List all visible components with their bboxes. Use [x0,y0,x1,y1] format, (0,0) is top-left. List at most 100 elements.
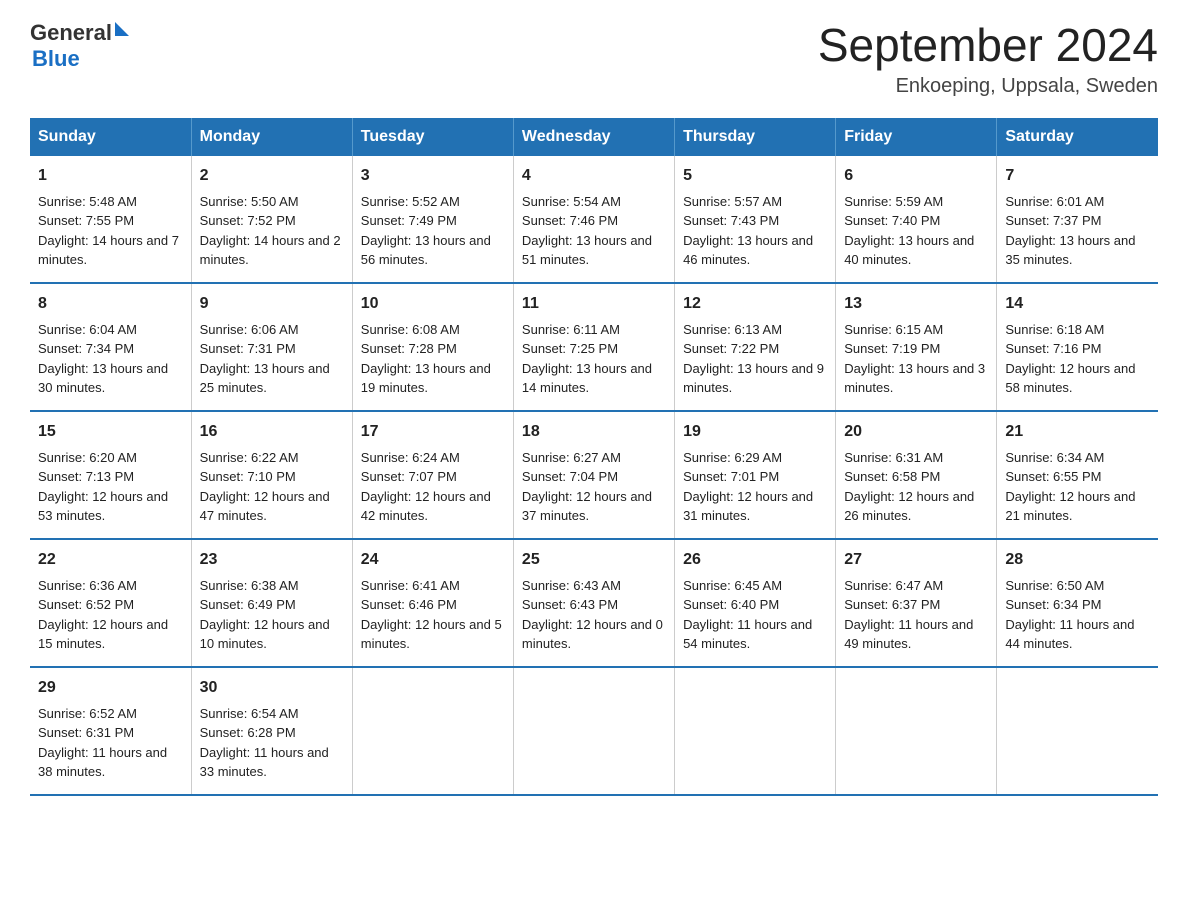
day-info: Sunrise: 5:50 AMSunset: 7:52 PMDaylight:… [200,194,341,268]
day-number: 1 [38,164,183,188]
day-number: 18 [522,420,666,444]
day-number: 26 [683,548,827,572]
day-number: 7 [1005,164,1150,188]
day-info: Sunrise: 6:45 AMSunset: 6:40 PMDaylight:… [683,578,812,652]
day-number: 25 [522,548,666,572]
header-monday: Monday [191,118,352,156]
day-info: Sunrise: 6:43 AMSunset: 6:43 PMDaylight:… [522,578,663,652]
calendar-cell: 28Sunrise: 6:50 AMSunset: 6:34 PMDayligh… [997,539,1158,667]
calendar-cell: 19 Sunrise: 6:29 AMSunset: 7:01 PMDayligh… [675,411,836,539]
month-year-title: September 2024 [818,20,1158,71]
day-info: Sunrise: 6:54 AMSunset: 6:28 PMDaylight:… [200,706,329,780]
location-subtitle: Enkoeping, Uppsala, Sweden [818,75,1158,98]
calendar-cell: 8 Sunrise: 6:04 AMSunset: 7:34 PMDaylight… [30,283,191,411]
day-info: Sunrise: 6:50 AMSunset: 6:34 PMDaylight:… [1005,578,1134,652]
calendar-cell: 18Sunrise: 6:27 AMSunset: 7:04 PMDayligh… [513,411,674,539]
calendar-cell [675,667,836,795]
calendar-cell: 30 Sunrise: 6:54 AMSunset: 6:28 PMDayligh… [191,667,352,795]
day-number: 27 [844,548,988,572]
calendar-cell: 12 Sunrise: 6:13 AMSunset: 7:22 PMDayligh… [675,283,836,411]
day-number: 16 [200,420,344,444]
calendar-cell: 29 Sunrise: 6:52 AMSunset: 6:31 PMDayligh… [30,667,191,795]
day-info: Sunrise: 6:22 AMSunset: 7:10 PMDaylight:… [200,450,330,524]
header-tuesday: Tuesday [352,118,513,156]
calendar-cell: 24Sunrise: 6:41 AMSunset: 6:46 PMDayligh… [352,539,513,667]
day-info: Sunrise: 6:04 AMSunset: 7:34 PMDaylight:… [38,322,168,396]
day-info: Sunrise: 5:57 AMSunset: 7:43 PMDaylight:… [683,194,813,268]
day-number: 19 [683,420,827,444]
calendar-cell: 20Sunrise: 6:31 AMSunset: 6:58 PMDayligh… [836,411,997,539]
day-number: 14 [1005,292,1150,316]
day-info: Sunrise: 6:08 AMSunset: 7:28 PMDaylight:… [361,322,491,396]
logo: General Blue [30,20,129,72]
day-info: Sunrise: 6:52 AMSunset: 6:31 PMDaylight:… [38,706,167,780]
day-number: 12 [683,292,827,316]
calendar-cell: 3Sunrise: 5:52 AMSunset: 7:49 PMDaylight… [352,156,513,283]
calendar-cell: 1 Sunrise: 5:48 AMSunset: 7:55 PMDaylight… [30,156,191,283]
week-row-1: 1 Sunrise: 5:48 AMSunset: 7:55 PMDaylight… [30,156,1158,283]
calendar-cell: 16 Sunrise: 6:22 AMSunset: 7:10 PMDayligh… [191,411,352,539]
day-info: Sunrise: 5:48 AMSunset: 7:55 PMDaylight:… [38,194,179,268]
calendar-cell: 21Sunrise: 6:34 AMSunset: 6:55 PMDayligh… [997,411,1158,539]
header-thursday: Thursday [675,118,836,156]
day-info: Sunrise: 6:15 AMSunset: 7:19 PMDaylight:… [844,322,985,396]
calendar-cell: 23Sunrise: 6:38 AMSunset: 6:49 PMDayligh… [191,539,352,667]
logo-triangle-icon [115,22,129,36]
calendar-cell: 27 Sunrise: 6:47 AMSunset: 6:37 PMDayligh… [836,539,997,667]
calendar-cell: 7 Sunrise: 6:01 AMSunset: 7:37 PMDaylight… [997,156,1158,283]
calendar-header-row: SundayMondayTuesdayWednesdayThursdayFrid… [30,118,1158,156]
day-info: Sunrise: 6:13 AMSunset: 7:22 PMDaylight:… [683,322,824,396]
day-number: 2 [200,164,344,188]
calendar-cell: 5Sunrise: 5:57 AMSunset: 7:43 PMDaylight… [675,156,836,283]
day-info: Sunrise: 6:11 AMSunset: 7:25 PMDaylight:… [522,322,652,396]
day-info: Sunrise: 6:31 AMSunset: 6:58 PMDaylight:… [844,450,974,524]
header-friday: Friday [836,118,997,156]
day-info: Sunrise: 6:38 AMSunset: 6:49 PMDaylight:… [200,578,330,652]
calendar-cell: 11Sunrise: 6:11 AMSunset: 7:25 PMDayligh… [513,283,674,411]
calendar-cell: 14 Sunrise: 6:18 AMSunset: 7:16 PMDayligh… [997,283,1158,411]
day-number: 17 [361,420,505,444]
day-info: Sunrise: 6:06 AMSunset: 7:31 PMDaylight:… [200,322,330,396]
day-info: Sunrise: 6:41 AMSunset: 6:46 PMDaylight:… [361,578,502,652]
calendar-cell: 13 Sunrise: 6:15 AMSunset: 7:19 PMDayligh… [836,283,997,411]
calendar-cell: 9 Sunrise: 6:06 AMSunset: 7:31 PMDaylight… [191,283,352,411]
logo-blue-text: Blue [30,46,129,72]
day-info: Sunrise: 5:52 AMSunset: 7:49 PMDaylight:… [361,194,491,268]
day-number: 13 [844,292,988,316]
header-wednesday: Wednesday [513,118,674,156]
day-info: Sunrise: 6:47 AMSunset: 6:37 PMDaylight:… [844,578,973,652]
calendar-cell: 17Sunrise: 6:24 AMSunset: 7:07 PMDayligh… [352,411,513,539]
day-info: Sunrise: 6:36 AMSunset: 6:52 PMDaylight:… [38,578,168,652]
header-saturday: Saturday [997,118,1158,156]
logo-general-text: General [30,20,112,46]
day-info: Sunrise: 6:18 AMSunset: 7:16 PMDaylight:… [1005,322,1135,396]
week-row-5: 29 Sunrise: 6:52 AMSunset: 6:31 PMDayligh… [30,667,1158,795]
calendar-cell: 22 Sunrise: 6:36 AMSunset: 6:52 PMDayligh… [30,539,191,667]
header-sunday: Sunday [30,118,191,156]
day-number: 29 [38,676,183,700]
calendar-cell [997,667,1158,795]
calendar-cell: 2 Sunrise: 5:50 AMSunset: 7:52 PMDaylight… [191,156,352,283]
day-info: Sunrise: 5:54 AMSunset: 7:46 PMDaylight:… [522,194,652,268]
calendar-cell: 15Sunrise: 6:20 AMSunset: 7:13 PMDayligh… [30,411,191,539]
calendar-cell: 4Sunrise: 5:54 AMSunset: 7:46 PMDaylight… [513,156,674,283]
week-row-4: 22 Sunrise: 6:36 AMSunset: 6:52 PMDayligh… [30,539,1158,667]
header: General Blue September 2024 Enkoeping, U… [30,20,1158,98]
day-number: 10 [361,292,505,316]
day-number: 8 [38,292,183,316]
week-row-2: 8 Sunrise: 6:04 AMSunset: 7:34 PMDaylight… [30,283,1158,411]
day-info: Sunrise: 6:29 AMSunset: 7:01 PMDaylight:… [683,450,813,524]
calendar-cell: 25 Sunrise: 6:43 AMSunset: 6:43 PMDayligh… [513,539,674,667]
calendar-cell: 10 Sunrise: 6:08 AMSunset: 7:28 PMDayligh… [352,283,513,411]
calendar-cell [352,667,513,795]
calendar-cell: 26 Sunrise: 6:45 AMSunset: 6:40 PMDayligh… [675,539,836,667]
day-number: 6 [844,164,988,188]
day-number: 22 [38,548,183,572]
day-number: 30 [200,676,344,700]
calendar-cell: 6 Sunrise: 5:59 AMSunset: 7:40 PMDaylight… [836,156,997,283]
day-info: Sunrise: 5:59 AMSunset: 7:40 PMDaylight:… [844,194,974,268]
title-block: September 2024 Enkoeping, Uppsala, Swede… [818,20,1158,98]
calendar-cell [513,667,674,795]
day-info: Sunrise: 6:01 AMSunset: 7:37 PMDaylight:… [1005,194,1135,268]
day-number: 9 [200,292,344,316]
